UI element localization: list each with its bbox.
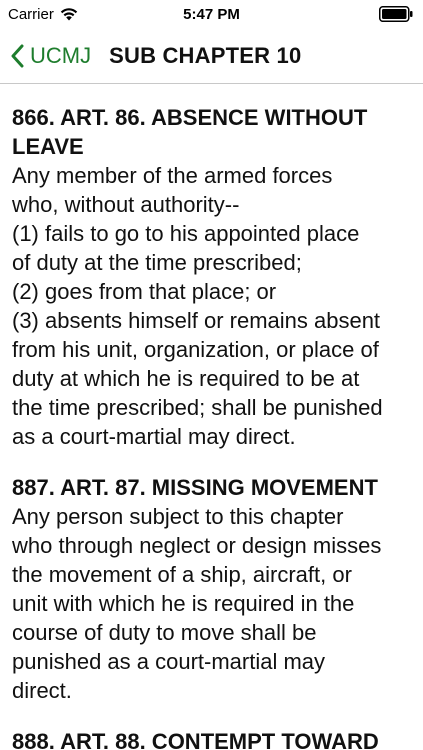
article-88: 888. ART. 88. CONTEMPT TOWARD [12,727,411,750]
status-bar: Carrier 5:47 PM [0,0,423,28]
article-text-line: direct. [12,678,72,703]
article-text-line: (2) goes from that place; or [12,279,277,304]
status-left: Carrier [8,6,78,23]
article-text-line: (1) fails to go to his appointed place [12,221,360,246]
article-text-line: punished as a court-martial may [12,649,326,674]
article-text-line: duty at which he is required to be at [12,366,360,391]
article-text-line: the movement of a ship, aircraft, or [12,562,352,587]
article-heading: 887. ART. 87. MISSING MOVEMENT [12,475,378,500]
article-content[interactable]: 866. ART. 86. ABSENCE WITHOUT LEAVE Any … [0,85,423,750]
article-text-line: as a court-martial may direct. [12,424,296,449]
article-heading: 888. ART. 88. CONTEMPT TOWARD [12,729,379,750]
nav-bar: UCMJ SUB CHAPTER 10 [0,28,423,84]
page-title: SUB CHAPTER 10 [109,42,302,68]
article-heading: 866. ART. 86. ABSENCE WITHOUT LEAVE [12,105,368,159]
article-text-line: (3) absents himself or remains absent [12,308,381,333]
chevron-left-icon [11,44,24,67]
article-text-line: who, without authority-- [12,192,240,217]
article-text-line: Any person subject to this chapter [12,504,344,529]
back-button[interactable]: UCMJ [10,43,91,69]
article-text-line: of duty at the time prescribed; [12,250,302,275]
battery-icon [379,6,413,22]
carrier-label: Carrier [8,5,54,23]
article-86: 866. ART. 86. ABSENCE WITHOUT LEAVE Any … [12,103,411,451]
article-text-line: course of duty to move shall be [12,620,317,645]
article-text-line: the time prescribed; shall be punished [12,395,383,420]
article-text-line: unit with which he is required in the [12,591,355,616]
article-text-line: who through neglect or design misses [12,533,382,558]
screen: Carrier 5:47 PM UCMJ SUB CHAPTER 10 866.… [0,0,423,750]
back-button-label: UCMJ [30,42,92,68]
wifi-icon [60,8,78,21]
article-text-line: from his unit, organization, or place of [12,337,379,362]
article-text-line: Any member of the armed forces [12,163,333,188]
article-87: 887. ART. 87. MISSING MOVEMENT Any perso… [12,473,411,705]
